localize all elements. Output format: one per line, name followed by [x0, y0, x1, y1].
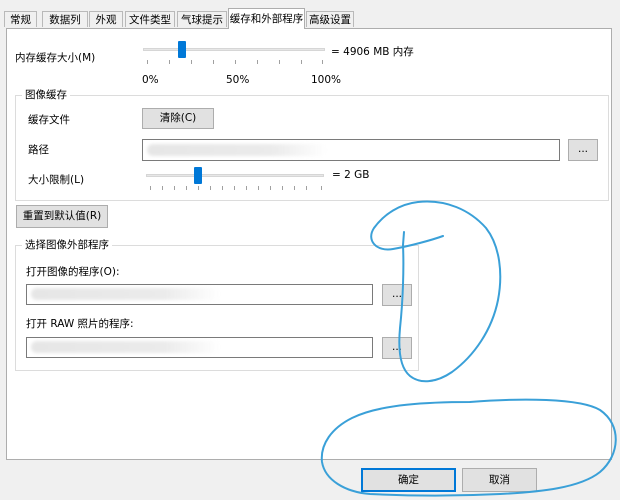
open-raw-program-field[interactable] — [26, 337, 373, 358]
redacted-raw-program-path — [31, 341, 221, 353]
path-label: 路径 — [28, 144, 49, 156]
memory-cache-value: = 4906 MB 内存 — [331, 46, 414, 58]
size-limit-label: 大小限制(L) — [28, 174, 85, 186]
browse-cache-path-button[interactable]: ... — [568, 139, 598, 161]
reset-defaults-button[interactable]: 重置到默认值(R) — [16, 205, 108, 228]
open-image-program-label: 打开图像的程序(O): — [26, 266, 120, 278]
open-raw-program-label: 打开 RAW 照片的程序: — [26, 318, 134, 330]
memory-cache-label: 内存缓存大小(M) — [15, 52, 96, 64]
tab-file-types[interactable]: 文件类型 — [125, 11, 175, 27]
tab-general[interactable]: 常规 — [4, 11, 37, 27]
cancel-button[interactable]: 取消 — [462, 468, 537, 492]
memory-cache-slider-thumb[interactable] — [178, 41, 187, 58]
browse-raw-program-button[interactable]: ... — [382, 337, 412, 359]
external-programs-group-title: 选择图像外部程序 — [22, 238, 112, 252]
tab-cache-external[interactable]: 缓存和外部程序 — [228, 8, 305, 29]
scale-label-100: 100% — [311, 74, 342, 86]
scale-label-0: 0% — [142, 74, 159, 86]
tab-balloon-tips[interactable]: 气球提示 — [177, 11, 227, 27]
redacted-program-path — [31, 288, 221, 300]
memory-cache-ticks — [147, 60, 323, 66]
clear-cache-button[interactable]: 清除(C) — [142, 108, 214, 129]
tab-data-columns[interactable]: 数据列 — [42, 11, 88, 27]
tab-advanced[interactable]: 高级设置 — [306, 11, 354, 27]
cache-path-field[interactable] — [142, 139, 560, 161]
external-programs-group: 选择图像外部程序 打开图像的程序(O): ... 打开 RAW 照片的程序: .… — [15, 238, 419, 371]
scale-label-50: 50% — [226, 74, 250, 86]
redacted-path — [147, 144, 327, 156]
cache-file-label: 缓存文件 — [28, 114, 70, 126]
memory-cache-slider-track[interactable] — [143, 48, 325, 51]
size-limit-ticks — [150, 186, 322, 192]
size-limit-slider-track[interactable] — [146, 174, 324, 177]
ok-button[interactable]: 确定 — [361, 468, 456, 492]
settings-panel: 内存缓存大小(M) = 4906 MB 内存 0% 50% 100% 图像缓存 … — [6, 28, 612, 460]
image-cache-group: 图像缓存 缓存文件 清除(C) 路径 ... 大小限制(L) = 2 GB — [15, 88, 609, 201]
size-limit-value: = 2 GB — [332, 169, 370, 181]
tab-appearance[interactable]: 外观 — [89, 11, 123, 27]
size-limit-slider-thumb[interactable] — [194, 167, 203, 184]
browse-image-program-button[interactable]: ... — [382, 284, 412, 306]
open-image-program-field[interactable] — [26, 284, 373, 305]
image-cache-group-title: 图像缓存 — [22, 88, 70, 102]
